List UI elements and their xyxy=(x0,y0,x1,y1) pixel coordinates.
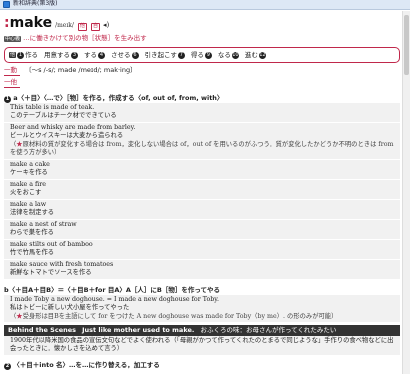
meaning-link-12[interactable]: 進む 12 xyxy=(245,51,266,60)
window-title: 新和辞典(第3版) xyxy=(13,0,58,8)
core-tag: 中心義 xyxy=(4,35,22,42)
inflections: 〔～s /-s/; made /meɪd/; mak·ing〕 xyxy=(25,66,137,75)
meaning-link-4[interactable]: する 4 xyxy=(84,51,106,60)
sense-1a-examples: This table is made of teak. このテーブルはチーク材でで… xyxy=(4,102,400,280)
sense-2-heading: 2 〈＋目＋into 名〉…を…に作り替える，加工する xyxy=(4,360,160,370)
example-row: make a nest of straw わらで巣を作る xyxy=(4,219,400,240)
vertical-scrollbar[interactable] xyxy=(402,11,410,374)
example-row: make a fire 火をおこす xyxy=(4,179,400,200)
behind-quote-ja: おふくろの味：お母さんが作ってくれたみたい xyxy=(200,326,337,335)
meaning-link-3[interactable]: 用意する 3 xyxy=(44,51,79,60)
scrollbar-thumb[interactable] xyxy=(404,15,409,75)
meaning-index-box: 他 1 作る 用意する 3 する 4 させる 6 引き起こす 7 得る 9 なる 10 進む 12 xyxy=(4,46,400,64)
dictionary-content: :make /meɪk/ 他 自 ◂) 中心義 …に働きかけて別の物［状態］を生… xyxy=(4,12,400,374)
transitive-heading: 一他 xyxy=(4,78,400,88)
example-row: make sauce with fresh tomatoes 新鮮なトマトでソース… xyxy=(4,259,400,280)
meaning-link-10[interactable]: なる 10 xyxy=(218,51,239,60)
sense-1a-heading: 1 a〈＋目〉〈…で〉［物］を作る，作成する〈of, out of, from,… xyxy=(4,93,224,103)
example-row: Beer and whisky are made from barley. ビール… xyxy=(4,122,400,160)
behind-the-scenes-bar: Behind the Scenes Just like mother used … xyxy=(4,325,400,336)
window-titlebar: 新和辞典(第3版) xyxy=(0,0,410,10)
app-icon xyxy=(3,1,10,8)
example-row: make a cake ケーキを作る xyxy=(4,159,400,180)
core-meaning-text: …に働きかけて別の物［状態］を生み出す xyxy=(23,33,147,42)
example-row: I made Toby a new doghouse. = I made a n… xyxy=(4,294,400,324)
behind-quote: Just like mother used to make. xyxy=(82,326,195,335)
pronunciation: /meɪk/ xyxy=(55,22,74,29)
pos-tag-transitive: 他 xyxy=(77,23,87,31)
behind-label: Behind the Scenes xyxy=(8,326,77,335)
verb-section-heading: 一動 〔～s /-s/; made /meɪd/; mak·ing〕 xyxy=(4,66,137,77)
core-meaning: 中心義 …に働きかけて別の物［状態］を生み出す xyxy=(4,34,400,43)
meaning-link-9[interactable]: 得る 9 xyxy=(191,51,212,60)
example-row: make a law 法律を制定する xyxy=(4,199,400,220)
example-row: This table is made of teak. このテーブルはチーク材でで… xyxy=(4,102,400,123)
pos-tag-intransitive: 自 xyxy=(90,23,100,31)
entry-header: :make /meɪk/ 他 自 ◂) xyxy=(4,14,400,33)
speaker-icon[interactable]: ◂) xyxy=(103,21,109,30)
headword: :make xyxy=(4,15,53,31)
sense-1b-heading: b〈＋目A＋目B〉＝〈＋目B＋for 目A〉A［人］にB［物］を作ってやる xyxy=(4,285,221,294)
meaning-link-7[interactable]: 引き起こす 7 xyxy=(145,51,185,60)
meaning-link-6[interactable]: させる 6 xyxy=(111,51,139,60)
meaning-link-1[interactable]: 他 1 作る xyxy=(9,51,38,60)
example-row: make stilts out of bamboo 竹で竹馬を作る xyxy=(4,239,400,260)
behind-the-scenes-body: 1900年代以降米国の食品の宣伝文句などでよく使われる（「母親がかつて作ってくれ… xyxy=(4,335,400,355)
